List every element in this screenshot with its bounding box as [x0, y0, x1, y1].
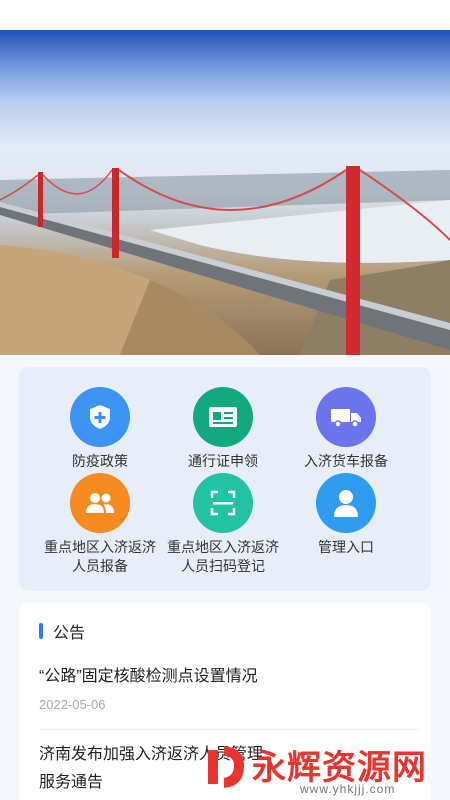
scan-icon [193, 473, 253, 533]
func-label: 入济货车报备 [304, 453, 388, 469]
id-card-icon [193, 387, 253, 447]
users-icon [70, 473, 130, 533]
status-bar [0, 0, 450, 30]
admin-user-icon [316, 473, 376, 533]
notice-item-title: 服务通告 [39, 774, 104, 791]
notice-item-title: 济南发布加强入济返济人员管理 [39, 746, 264, 763]
truck-icon [316, 387, 376, 447]
shield-plus-icon [70, 387, 130, 447]
notice-accent-bar [39, 623, 43, 639]
function-panel: 防疫政策 通行证申领 入济货车报备 重点地区入济返济 人员报备 重点地区入济返济… [19, 367, 431, 591]
notice-item-date: 2022-05-06 [39, 697, 106, 712]
func-epidemic-policy[interactable]: 防疫政策 [35, 387, 165, 471]
notice-divider [39, 729, 419, 730]
notice-item[interactable]: 济南发布加强入济返济人员管理 服务通告 [39, 741, 419, 797]
func-label: 重点地区入济返济 人员扫码登记 [167, 539, 279, 574]
func-key-area-scan[interactable]: 重点地区入济返济 人员扫码登记 [158, 473, 288, 576]
notice-header: 公告 [39, 621, 86, 642]
func-label: 重点地区入济返济 人员报备 [44, 539, 156, 574]
notice-title: 公告 [53, 625, 86, 642]
notice-card: 公告 “公路”固定核酸检测点设置情况 2022-05-06 济南发布加强入济返济… [19, 603, 431, 800]
func-key-area-report[interactable]: 重点地区入济返济 人员报备 [35, 473, 165, 576]
func-label: 通行证申领 [188, 453, 258, 469]
func-admin-entry[interactable]: 管理入口 [281, 473, 411, 557]
func-truck-report[interactable]: 入济货车报备 [281, 387, 411, 471]
bridge-image [0, 166, 450, 355]
hero-banner [0, 30, 450, 355]
notice-item[interactable]: “公路”固定核酸检测点设置情况 2022-05-06 [39, 663, 419, 712]
func-pass-apply[interactable]: 通行证申领 [158, 387, 288, 471]
func-label: 防疫政策 [72, 453, 128, 469]
func-label: 管理入口 [318, 539, 374, 555]
notice-item-title: “公路”固定核酸检测点设置情况 [39, 668, 258, 685]
